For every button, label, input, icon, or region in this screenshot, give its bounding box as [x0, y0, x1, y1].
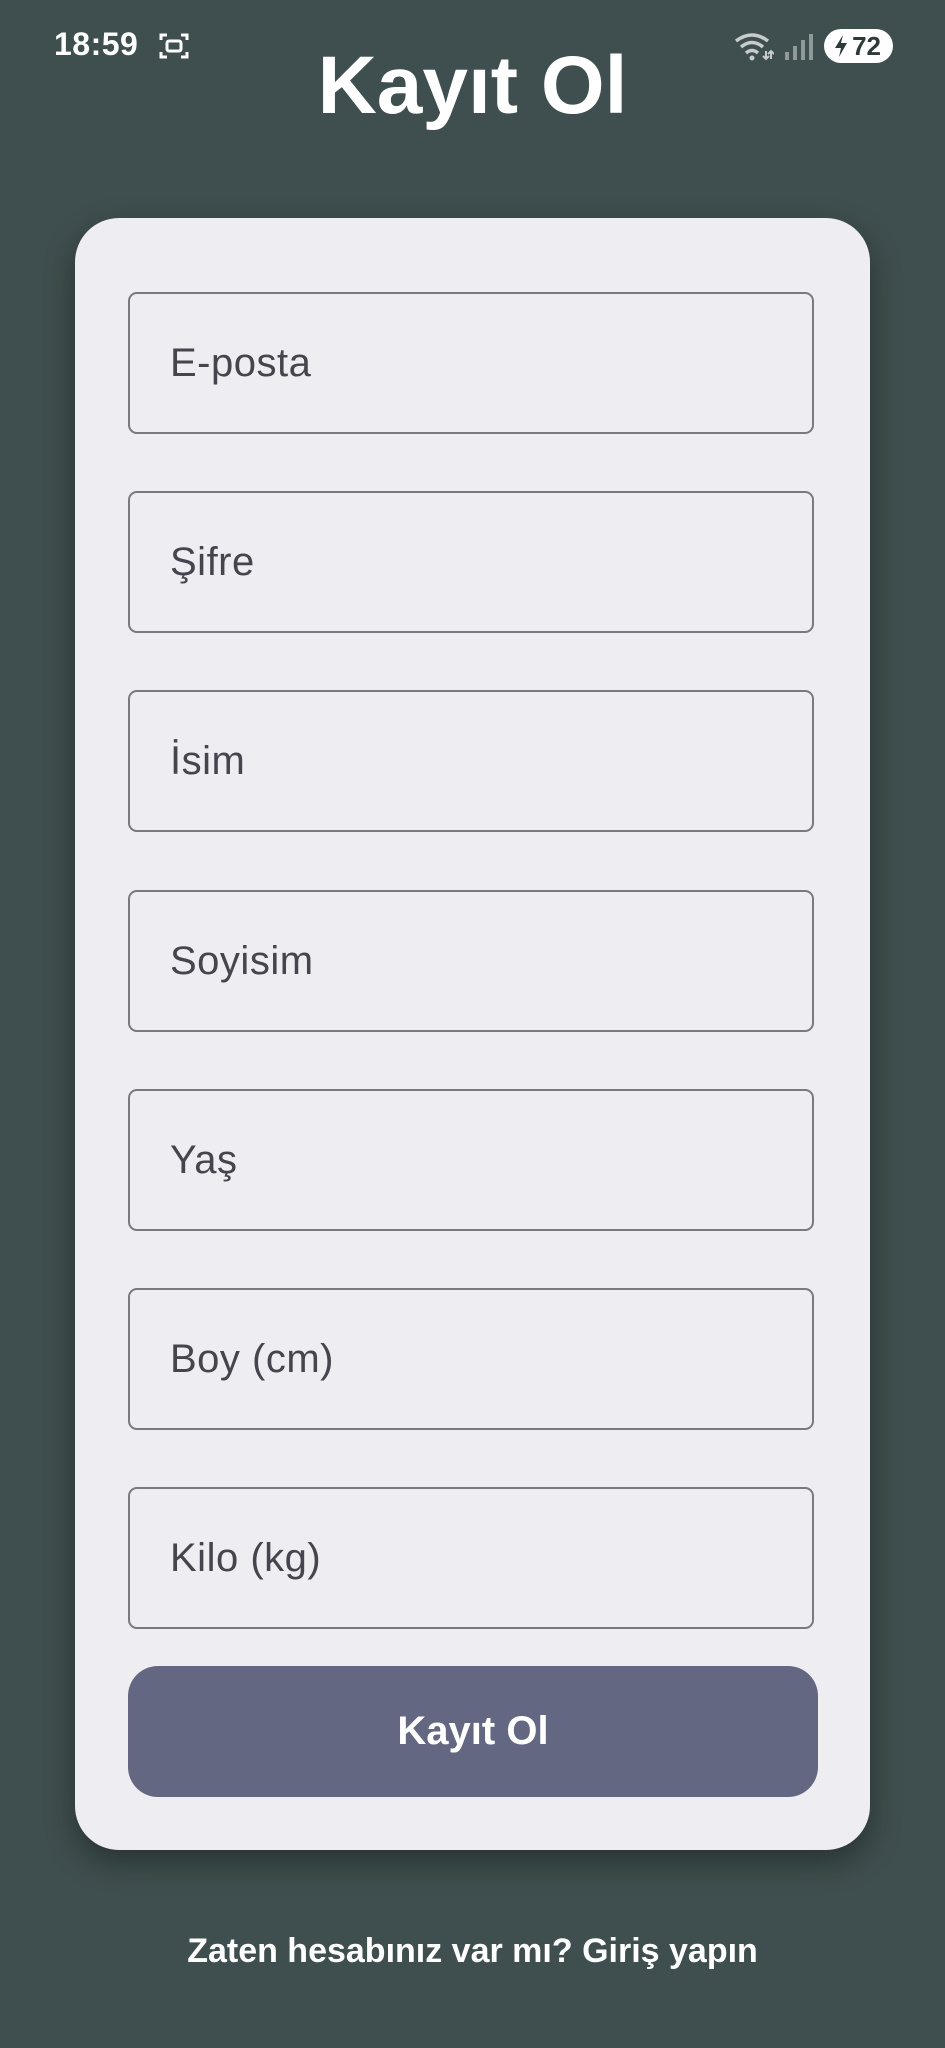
weight-field[interactable]: Kilo (kg) — [128, 1487, 814, 1629]
first-name-field[interactable]: İsim — [128, 690, 814, 832]
first-name-field-placeholder: İsim — [170, 738, 246, 783]
page-title: Kayıt Ol — [317, 40, 628, 131]
height-field[interactable]: Boy (cm) — [128, 1288, 814, 1430]
age-field-placeholder: Yaş — [170, 1137, 238, 1182]
age-field[interactable]: Yaş — [128, 1089, 814, 1231]
password-field[interactable]: Şifre — [128, 491, 814, 633]
weight-field-placeholder: Kilo (kg) — [170, 1535, 322, 1580]
email-field[interactable]: E-posta — [128, 292, 814, 434]
email-field-placeholder: E-posta — [170, 340, 312, 385]
last-name-field-placeholder: Soyisim — [170, 938, 314, 983]
last-name-field[interactable]: Soyisim — [128, 890, 814, 1032]
login-link[interactable]: Zaten hesabınız var mı? Giriş yapın — [0, 1932, 945, 1971]
register-button[interactable]: Kayıt Ol — [128, 1666, 818, 1797]
height-field-placeholder: Boy (cm) — [170, 1336, 334, 1381]
register-card: E-posta Şifre İsim Soyisim Yaş Boy (cm) … — [75, 218, 870, 1850]
password-field-placeholder: Şifre — [170, 539, 255, 584]
